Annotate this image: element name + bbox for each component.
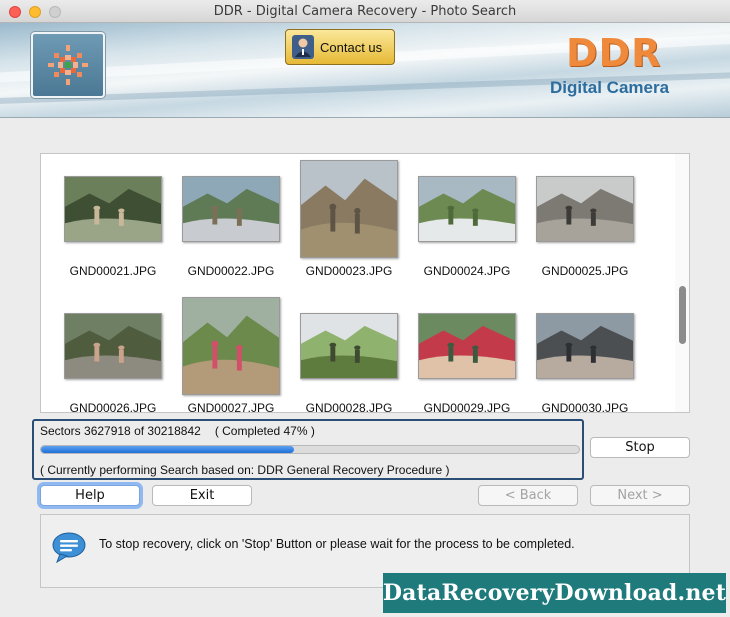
brand-name: DDR (566, 31, 662, 75)
ddr-logo-icon (31, 32, 105, 98)
watermark-text: DataRecoveryDownload.net (382, 580, 727, 606)
back-button[interactable]: < Back (478, 485, 578, 506)
next-button[interactable]: Next > (590, 485, 690, 506)
thumbnail-filename: GND00022.JPG (187, 264, 275, 278)
photo-thumbnail[interactable] (300, 160, 398, 258)
contact-us-label: Contact us (320, 39, 383, 55)
photo-gallery[interactable]: GND00021.JPG GND00022.JPG GND00023.JPG GND0… (40, 153, 690, 413)
completed-text: ( Completed 47% ) (214, 424, 315, 438)
thumbnail-filename: GND00029.JPG (423, 401, 511, 413)
thumbnail-filename: GND00027.JPG (187, 401, 275, 413)
thumbnail-item[interactable]: GND00029.JPG (408, 297, 526, 413)
photo-thumbnail[interactable] (418, 313, 516, 379)
thumbnail-item[interactable]: GND00025.JPG (526, 160, 644, 285)
progress-bar (40, 445, 580, 454)
thumbnail-filename: GND00023.JPG (305, 264, 393, 278)
status-text: ( Currently performing Search based on: … (40, 463, 450, 477)
photo-thumbnail[interactable] (182, 176, 280, 242)
title-bar: DDR - Digital Camera Recovery - Photo Se… (0, 0, 730, 23)
thumbnail-item[interactable]: GND00024.JPG (408, 160, 526, 285)
progress-panel: Sectors 3627918 of 30218842 ( Completed 4… (32, 419, 584, 480)
thumbnail-item[interactable]: GND00028.JPG (290, 297, 408, 413)
photo-thumbnail[interactable] (418, 176, 516, 242)
photo-thumbnail[interactable] (64, 313, 162, 379)
photo-thumbnail[interactable] (182, 297, 280, 395)
photo-thumbnail[interactable] (64, 176, 162, 242)
brand-subtitle: Digital Camera (550, 78, 670, 97)
thumbnail-filename: GND00026.JPG (69, 401, 157, 413)
thumbnail-item[interactable]: GND00021.JPG (54, 160, 172, 285)
thumbnail-filename: GND00021.JPG (69, 264, 157, 278)
thumbnail-item[interactable]: GND00026.JPG (54, 297, 172, 413)
photo-thumbnail[interactable] (536, 313, 634, 379)
thumbnail-filename: GND00030.JPG (541, 401, 629, 413)
photo-thumbnail[interactable] (300, 313, 398, 379)
thumbnail-item[interactable]: GND00027.JPG (172, 297, 290, 413)
window-title: DDR - Digital Camera Recovery - Photo Se… (213, 4, 517, 19)
thumbnail-item[interactable]: GND00030.JPG (526, 297, 644, 413)
progress-bar-fill (41, 446, 294, 453)
exit-button[interactable]: Exit (152, 485, 252, 506)
sectors-text: Sectors 3627918 of 30218842 (40, 424, 201, 438)
stop-button[interactable]: Stop (590, 437, 690, 458)
help-button[interactable]: Help (40, 485, 140, 506)
thumbnail-item[interactable]: GND00023.JPG (290, 160, 408, 285)
gallery-scroll-thumb[interactable] (679, 286, 686, 344)
thumbnail-item[interactable]: GND00022.JPG (172, 160, 290, 285)
header-banner: Contact us DDR Digital Camera (0, 23, 730, 118)
thumbnail-filename: GND00025.JPG (541, 264, 629, 278)
watermark-banner: DataRecoveryDownload.net (383, 573, 726, 613)
thumbnail-filename: GND00028.JPG (305, 401, 393, 413)
thumbnail-filename: GND00024.JPG (423, 264, 511, 278)
contact-us-button[interactable]: Contact us (285, 29, 395, 65)
photo-thumbnail[interactable] (536, 176, 634, 242)
info-message: To stop recovery, click on 'Stop' Button… (99, 537, 575, 551)
gallery-scrollbar[interactable] (675, 154, 689, 412)
person-icon (292, 35, 314, 59)
speech-bubble-icon (52, 532, 86, 563)
